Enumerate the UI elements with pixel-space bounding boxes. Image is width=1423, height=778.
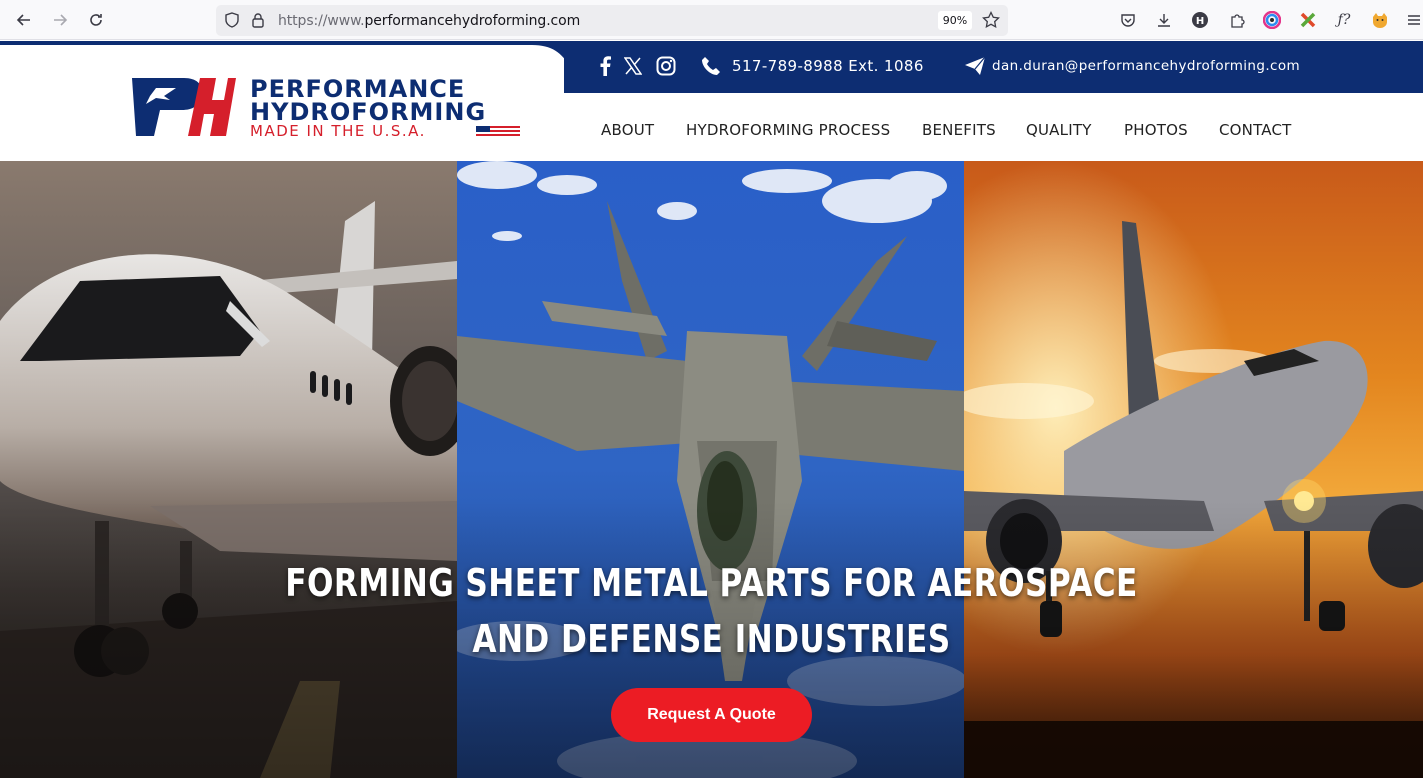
star-icon[interactable] [982, 10, 1000, 34]
lock-icon[interactable] [251, 12, 265, 33]
extensions-icon[interactable] [1226, 9, 1248, 31]
nav-quality[interactable]: QUALITY [1026, 121, 1092, 139]
hero-image-business-jet [0, 161, 457, 778]
f-ext-icon[interactable]: ƒ? [1333, 9, 1355, 31]
nav-contact[interactable]: CONTACT [1219, 121, 1292, 139]
url-host: performancehydroforming.com [364, 13, 581, 29]
x-ext-icon[interactable] [1297, 9, 1319, 31]
url-bar[interactable]: https://www.performancehydroforming.com … [216, 5, 1008, 36]
browser-toolbar: https://www.performancehydroforming.com … [0, 0, 1423, 40]
back-icon[interactable] [12, 8, 36, 32]
site-logo[interactable]: PERFORMANCE HYDROFORMING MADE IN THE U.S… [128, 74, 528, 140]
shield-icon[interactable] [224, 12, 240, 33]
svg-text:H: H [1196, 16, 1204, 27]
zoom-badge[interactable]: 90% [938, 11, 972, 30]
url-prefix: https://www. [278, 13, 365, 29]
color-icon[interactable] [1261, 9, 1283, 31]
hero-title-line-2: AND DEFENSE INDUSTRIES [472, 617, 951, 661]
ph-monogram-icon [132, 78, 236, 136]
menu-icon[interactable] [1403, 9, 1423, 31]
cat-icon[interactable] [1369, 9, 1391, 31]
facebook-icon[interactable] [594, 55, 616, 77]
hero-title-line-1: FORMING SHEET METAL PARTS FOR AEROSPACE [285, 561, 1138, 605]
x-icon[interactable] [622, 55, 644, 77]
reload-icon[interactable] [84, 8, 108, 32]
nav-about[interactable]: ABOUT [601, 121, 654, 139]
phone-icon [700, 55, 722, 77]
email-address[interactable]: dan.duran@performancehydroforming.com [992, 58, 1300, 74]
phone-number[interactable]: 517-789-8988 Ext. 1086 [732, 57, 924, 75]
instagram-icon[interactable] [655, 55, 677, 77]
url-text[interactable]: https://www.performancehydroforming.com [278, 13, 580, 29]
forward-icon[interactable] [48, 8, 72, 32]
hero-image-airliner [964, 161, 1423, 778]
logo-line-3: MADE IN THE U.S.A. [250, 122, 426, 140]
pocket-icon[interactable] [1117, 9, 1139, 31]
profile-h-icon[interactable]: H [1189, 9, 1211, 31]
site-header: PERFORMANCE HYDROFORMING MADE IN THE U.S… [0, 41, 1423, 161]
nav-benefits[interactable]: BENEFITS [922, 121, 996, 139]
send-icon [964, 55, 986, 77]
nav-photos[interactable]: PHOTOS [1124, 121, 1188, 139]
download-icon[interactable] [1153, 9, 1175, 31]
hero-banner: FORMING SHEET METAL PARTS FOR AEROSPACE … [0, 161, 1423, 778]
hero-image-fighter-jet [457, 161, 964, 778]
us-flag-icon [476, 126, 520, 138]
nav-hydroforming-process[interactable]: HYDROFORMING PROCESS [686, 121, 890, 139]
request-quote-button[interactable]: Request A Quote [611, 688, 812, 742]
